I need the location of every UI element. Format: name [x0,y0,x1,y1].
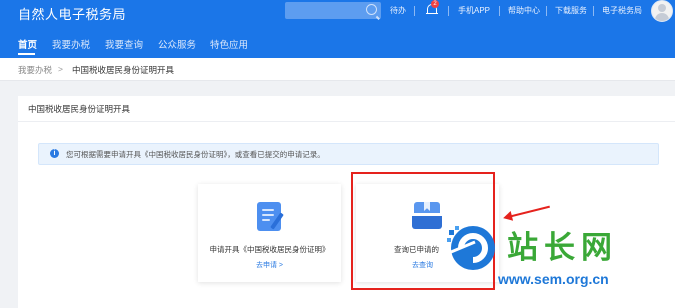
nav-featured-apps[interactable]: 特色应用 [210,37,248,51]
top-header: 自然人电子税务局 待办 2 手机APP 帮助中心 下载服务 电子税务局 首页 我… [0,0,675,58]
watermark-logo [447,226,495,270]
todo-link[interactable]: 待办 [390,5,406,16]
bell-icon[interactable]: 2 [426,0,439,16]
card-divider [18,121,675,122]
breadcrumb: 我要办税 > 中国税收居民身份证明开具 [0,58,675,81]
notice-text: 您可根据需要申请开具《中国税收居民身份证明》，或查看已提交的申请记录。 [66,150,325,159]
apply-option-label: 申请开具《中国税收居民身份证明》 [209,245,330,254]
header-divider [499,6,500,16]
info-icon: i [50,149,59,158]
header-divider [593,6,594,16]
nav-tax-handling[interactable]: 我要办税 [52,37,90,51]
nav-query[interactable]: 我要查询 [105,37,143,51]
help-center-link[interactable]: 帮助中心 [508,5,540,16]
download-link[interactable]: 下载服务 [555,5,587,16]
page-title: 中国税收居民身份证明开具 [28,104,131,114]
header-divider [546,6,547,16]
search-input[interactable] [285,2,381,19]
apply-link[interactable]: 去申请 > [198,260,341,270]
notification-badge: 2 [431,0,439,8]
watermark-url: www.sem.org.cn [498,271,609,287]
header-divider [448,6,449,16]
mobile-app-link[interactable]: 手机APP [458,5,490,16]
breadcrumb-parent[interactable]: 我要办税 [18,64,52,76]
user-avatar[interactable] [651,0,673,22]
site-brand[interactable]: 自然人电子税务局 [18,4,126,23]
info-notice: i 您可根据需要申请开具《中国税收居民身份证明》，或查看已提交的申请记录。 [38,143,659,165]
breadcrumb-current: 中国税收居民身份证明开具 [72,65,175,75]
e-tax-bureau-link[interactable]: 电子税务局 [602,5,642,16]
nav-home[interactable]: 首页 [18,37,37,51]
header-divider [414,6,415,16]
nav-active-indicator [18,53,35,55]
search-icon[interactable] [366,4,377,15]
apply-option-card[interactable]: 申请开具《中国税收居民身份证明》 去申请 > [198,184,341,282]
watermark-title: 站长网 [507,230,618,266]
nav-public-service[interactable]: 公众服务 [158,37,196,51]
breadcrumb-separator: > [58,64,63,74]
